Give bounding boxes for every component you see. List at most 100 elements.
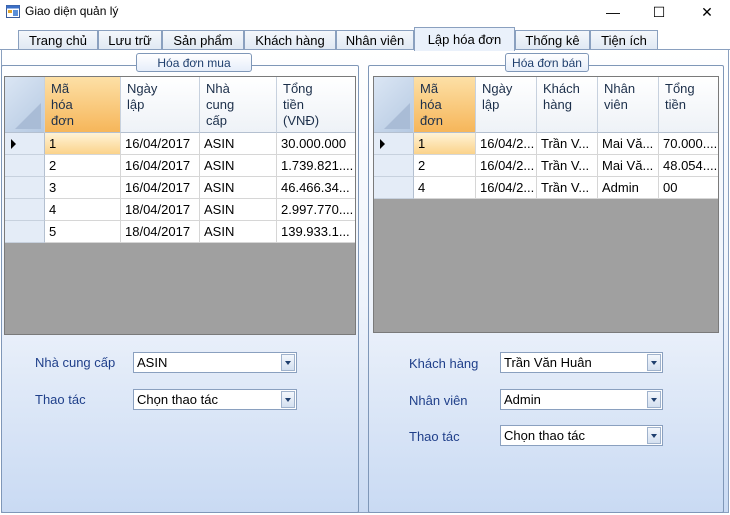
tab-san-pham[interactable]: Sản phẩm	[162, 30, 244, 50]
row-header[interactable]	[374, 133, 414, 155]
chevron-down-icon[interactable]	[647, 354, 661, 371]
column-header-ma-hoa-don[interactable]: Mã hóa đơn	[45, 77, 121, 133]
cell-khach-hang[interactable]: Trần V...	[537, 177, 598, 199]
column-header-khach-hang[interactable]: Khách hàng	[537, 77, 598, 133]
employee-selected-value: Admin	[504, 392, 541, 407]
table-row[interactable]: 3 16/04/2017 ASIN 46.466.34...	[5, 177, 355, 199]
cell-tong-tien[interactable]: 70.000....	[659, 133, 718, 155]
sales-grid-header: Mã hóa đơn Ngày lập Khách hàng Nhân viên…	[374, 77, 718, 133]
chevron-down-icon[interactable]	[281, 354, 295, 371]
tab-thong-ke[interactable]: Thống kê	[515, 30, 590, 50]
purchase-grid-header: Mã hóa đơn Ngày lập Nhà cung cấp Tổng ti…	[5, 77, 355, 133]
minimize-button[interactable]: —	[590, 0, 636, 24]
cell-tong-tien[interactable]: 2.997.770....	[277, 199, 355, 221]
table-row[interactable]: 2 16/04/2017 ASIN 1.739.821....	[5, 155, 355, 177]
cell-khach-hang[interactable]: Trần V...	[537, 133, 598, 155]
cell-ma-hoa-don[interactable]: 3	[45, 177, 121, 199]
cell-ma-hoa-don[interactable]: 2	[414, 155, 476, 177]
cell-ma-hoa-don[interactable]: 4	[45, 199, 121, 221]
cell-khach-hang[interactable]: Trần V...	[537, 155, 598, 177]
purchase-action-label: Thao tác	[35, 392, 86, 407]
customer-selected-value: Trần Văn Huân	[504, 355, 592, 370]
cell-ngay-lap[interactable]: 18/04/2017	[121, 221, 200, 243]
current-row-arrow-icon	[11, 139, 16, 149]
cell-nhan-vien[interactable]: Mai Vă...	[598, 155, 659, 177]
cell-tong-tien[interactable]: 46.466.34...	[277, 177, 355, 199]
row-header[interactable]	[5, 221, 45, 243]
row-header[interactable]	[5, 199, 45, 221]
tab-trang-chu[interactable]: Trang chủ	[18, 30, 98, 50]
purchase-group-title: Hóa đơn mua	[136, 53, 252, 72]
cell-tong-tien[interactable]: 1.739.821....	[277, 155, 355, 177]
close-button[interactable]: ✕	[684, 0, 730, 24]
cell-nha-cung-cap[interactable]: ASIN	[200, 155, 277, 177]
cell-ma-hoa-don[interactable]: 4	[414, 177, 476, 199]
table-row[interactable]: 1 16/04/2... Trần V... Mai Vă... 70.000.…	[374, 133, 718, 155]
row-header[interactable]	[5, 155, 45, 177]
table-row[interactable]: 2 16/04/2... Trần V... Mai Vă... 48.054.…	[374, 155, 718, 177]
column-header-ngay-lap[interactable]: Ngày lập	[476, 77, 537, 133]
supplier-selected-value: ASIN	[137, 355, 168, 370]
customer-label: Khách hàng	[409, 356, 479, 371]
tab-khach-hang[interactable]: Khách hàng	[244, 30, 336, 50]
table-row[interactable]: 4 16/04/2... Trần V... Admin 00	[374, 177, 718, 199]
current-row-arrow-icon	[380, 139, 385, 149]
tab-lap-hoa-don[interactable]: Lập hóa đơn	[414, 27, 515, 51]
chevron-down-icon[interactable]	[647, 427, 661, 444]
tab-nhan-vien[interactable]: Nhân viên	[336, 30, 414, 50]
sales-action-combobox[interactable]: Chọn thao tác	[500, 425, 663, 446]
column-header-ma-hoa-don[interactable]: Mã hóa đơn	[414, 77, 476, 133]
cell-ngay-lap[interactable]: 16/04/2017	[121, 155, 200, 177]
column-header-tong-tien[interactable]: Tổng tiền (VNĐ)	[277, 77, 355, 133]
grid-select-all-corner[interactable]	[5, 77, 45, 133]
customer-combobox[interactable]: Trần Văn Huân	[500, 352, 663, 373]
cell-ma-hoa-don[interactable]: 2	[45, 155, 121, 177]
cell-ngay-lap[interactable]: 16/04/2...	[476, 177, 537, 199]
maximize-button[interactable]: ☐	[636, 0, 682, 24]
tab-luu-tru[interactable]: Lưu trữ	[98, 30, 162, 50]
cell-ngay-lap[interactable]: 18/04/2017	[121, 199, 200, 221]
row-header[interactable]	[5, 177, 45, 199]
cell-ma-hoa-don[interactable]: 1	[414, 133, 476, 155]
employee-combobox[interactable]: Admin	[500, 389, 663, 410]
cell-nha-cung-cap[interactable]: ASIN	[200, 221, 277, 243]
row-header[interactable]	[374, 155, 414, 177]
cell-nha-cung-cap[interactable]: ASIN	[200, 177, 277, 199]
cell-ngay-lap[interactable]: 16/04/2017	[121, 133, 200, 155]
app-window-icon	[6, 5, 20, 18]
cell-ma-hoa-don[interactable]: 5	[45, 221, 121, 243]
purchase-action-selected-value: Chọn thao tác	[137, 392, 218, 407]
cell-ngay-lap[interactable]: 16/04/2017	[121, 177, 200, 199]
cell-tong-tien[interactable]: 48.054....	[659, 155, 718, 177]
column-header-tong-tien[interactable]: Tổng tiền	[659, 77, 718, 133]
cell-nhan-vien[interactable]: Admin	[598, 177, 659, 199]
table-row[interactable]: 1 16/04/2017 ASIN 30.000.000	[5, 133, 355, 155]
column-header-nhan-vien[interactable]: Nhân viên	[598, 77, 659, 133]
chevron-down-icon[interactable]	[647, 391, 661, 408]
grid-select-all-corner[interactable]	[374, 77, 414, 133]
chevron-down-icon[interactable]	[281, 391, 295, 408]
title-bar: Giao diện quản lý — ☐ ✕	[0, 0, 730, 24]
cell-nhan-vien[interactable]: Mai Vă...	[598, 133, 659, 155]
column-header-nha-cung-cap[interactable]: Nhà cung cấp	[200, 77, 277, 133]
row-header[interactable]	[374, 177, 414, 199]
cell-ngay-lap[interactable]: 16/04/2...	[476, 133, 537, 155]
cell-ma-hoa-don[interactable]: 1	[45, 133, 121, 155]
sales-invoice-grid[interactable]: Mã hóa đơn Ngày lập Khách hàng Nhân viên…	[373, 76, 719, 333]
cell-tong-tien[interactable]: 30.000.000	[277, 133, 355, 155]
cell-tong-tien[interactable]: 00	[659, 177, 718, 199]
sales-group-title: Hóa đơn bán	[505, 53, 589, 72]
column-header-ngay-lap[interactable]: Ngày lập	[121, 77, 200, 133]
supplier-combobox[interactable]: ASIN	[133, 352, 297, 373]
table-row[interactable]: 4 18/04/2017 ASIN 2.997.770....	[5, 199, 355, 221]
cell-ngay-lap[interactable]: 16/04/2...	[476, 155, 537, 177]
tab-tien-ich[interactable]: Tiện ích	[590, 30, 658, 50]
cell-nha-cung-cap[interactable]: ASIN	[200, 199, 277, 221]
purchase-invoice-grid[interactable]: Mã hóa đơn Ngày lập Nhà cung cấp Tổng ti…	[4, 76, 356, 335]
cell-nha-cung-cap[interactable]: ASIN	[200, 133, 277, 155]
cell-tong-tien[interactable]: 139.933.1...	[277, 221, 355, 243]
supplier-label: Nhà cung cấp	[35, 355, 116, 370]
table-row[interactable]: 5 18/04/2017 ASIN 139.933.1...	[5, 221, 355, 243]
purchase-action-combobox[interactable]: Chọn thao tác	[133, 389, 297, 410]
row-header[interactable]	[5, 133, 45, 155]
